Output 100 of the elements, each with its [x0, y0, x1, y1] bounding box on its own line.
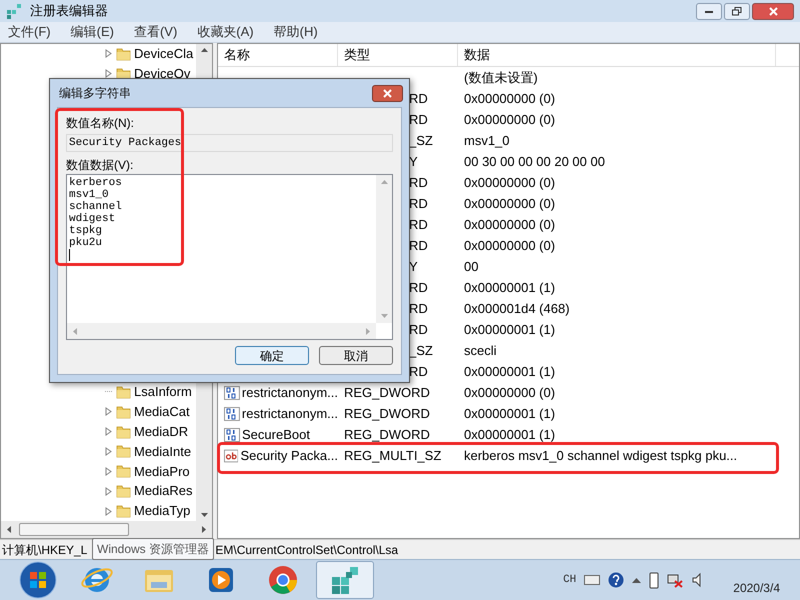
value-name[interactable]: restrictanonym...	[242, 382, 338, 402]
restore-icon	[732, 6, 742, 16]
expand-arrow-icon[interactable]	[105, 69, 113, 78]
close-button[interactable]	[752, 2, 794, 20]
tree-item[interactable]: LsaInform	[134, 382, 192, 402]
clock-date[interactable]: 2020/3/4	[733, 563, 780, 597]
expand-arrow-icon[interactable]	[105, 486, 113, 496]
value-type: RD	[409, 322, 428, 337]
taskbar-app[interactable]	[316, 561, 374, 599]
expand-arrow-icon[interactable]	[105, 49, 113, 58]
folder-icon	[116, 464, 131, 478]
value-data: 0x000001d4 (468)	[464, 300, 570, 316]
dialog-title: 编辑多字符串	[58, 85, 131, 102]
value-name[interactable]: Security Packa...	[240, 446, 338, 466]
column-header[interactable]: 类型	[338, 44, 458, 66]
value-data: 0x00000000 (0)	[464, 196, 556, 211]
text-line: tspkg	[69, 225, 104, 237]
value-data: 0x00000000 (0)	[464, 238, 556, 253]
menu-item[interactable]: 文件(F)	[2, 22, 57, 42]
text-line: msv1_0	[69, 189, 110, 201]
tooltip: Windows 资源管理器	[92, 538, 214, 560]
close-button[interactable]	[372, 84, 403, 102]
tree-item[interactable]: MediaCat	[134, 402, 190, 422]
value-type: RD	[409, 90, 428, 106]
string-value-icon	[224, 448, 238, 462]
value-data: (数值未设置)	[464, 70, 538, 85]
tree-item[interactable]: MediaTyp	[134, 501, 190, 521]
field-label: 数值名称(N):	[66, 115, 135, 132]
menu-item[interactable]: 收藏夹(A)	[191, 22, 260, 42]
value-data: 0x00000000 (0)	[464, 112, 556, 127]
battery-icon[interactable]	[649, 571, 660, 589]
start-orb-icon[interactable]	[18, 560, 58, 600]
value-type: RD	[409, 174, 428, 190]
scroll-right-icon[interactable]	[202, 526, 206, 533]
value-name-field[interactable]: Security Packages	[66, 134, 393, 152]
folder-icon	[116, 424, 131, 439]
value-data: 00 30 00 00 00 20 00 00	[464, 154, 605, 169]
minimize-icon	[705, 10, 713, 12]
folder-icon	[116, 404, 131, 419]
value-type: RD	[409, 196, 428, 211]
column-header[interactable]: 名称	[218, 44, 338, 66]
expand-arrow-icon[interactable]	[105, 466, 113, 476]
expand-arrow-icon[interactable]	[105, 506, 113, 516]
column-header[interactable]: 数据	[458, 44, 776, 66]
cubes-icon	[6, 3, 22, 19]
language-indicator[interactable]: CH	[563, 572, 576, 588]
status-path: 计算机\HKEY_L	[2, 542, 88, 558]
chrome-icon[interactable]	[266, 563, 300, 597]
value-type: REG_DWORD	[344, 384, 430, 400]
value-type: RD	[409, 300, 428, 316]
scroll-down-icon[interactable]	[200, 513, 208, 517]
value-type: REG_MULTI_SZ	[344, 448, 442, 463]
value-data: 0x00000001 (1)	[464, 364, 556, 379]
value-data: msv1_0	[464, 132, 510, 148]
folder-icon	[116, 66, 131, 81]
value-data: 0x00000000 (0)	[464, 384, 556, 400]
value-name[interactable]: SecureBoot	[242, 424, 310, 444]
value-data: 0x00000000 (0)	[464, 174, 556, 190]
expand-tray-icon[interactable]	[632, 577, 642, 583]
network-icon[interactable]	[667, 572, 684, 588]
tree-item[interactable]: MediaDR	[134, 422, 188, 442]
menu-item[interactable]: 编辑(E)	[64, 22, 120, 42]
value-data: kerberos msv1_0 schannel wdigest tspkg pku...	[464, 448, 738, 463]
keyboard-icon[interactable]	[584, 575, 600, 585]
tree-item[interactable]: MediaPro	[134, 462, 190, 482]
value-data: 0x00000001 (1)	[464, 322, 556, 337]
minimize-button[interactable]	[696, 2, 722, 20]
dialog-button[interactable]: 取消	[319, 346, 393, 365]
folder-icon	[116, 46, 131, 61]
dialog-button[interactable]: 确定	[235, 346, 309, 365]
scroll-thumb[interactable]	[19, 523, 129, 536]
window-title: 注册表编辑器	[30, 2, 108, 20]
value-data: 0x00000000 (0)	[464, 90, 556, 106]
value-type: Y	[409, 154, 418, 169]
help-icon[interactable]	[608, 572, 624, 588]
field-label: 数值数据(V):	[66, 157, 134, 174]
folder-icon	[116, 504, 131, 518]
menu-item[interactable]: 帮助(H)	[268, 22, 324, 42]
value-data: 0x00000000 (0)	[464, 216, 556, 232]
scroll-up-icon[interactable]	[200, 48, 208, 52]
expand-arrow-icon[interactable]	[105, 407, 113, 416]
horizontal-scrollbar[interactable]	[1, 521, 212, 538]
expand-arrow-icon[interactable]	[105, 446, 113, 456]
value-data-field[interactable]: kerberos msv1_0 schannel wdigest tspkg pku2u	[66, 174, 393, 340]
close-icon	[383, 88, 392, 98]
tree-item[interactable]: MediaRes	[134, 481, 193, 501]
maximize-button[interactable]	[724, 2, 750, 20]
menu-item[interactable]: 查看(V)	[128, 22, 184, 42]
value-name[interactable]: restrictanonym...	[242, 404, 338, 424]
tree-item[interactable]: DeviceCla	[134, 44, 194, 64]
binary-value-icon	[224, 386, 240, 400]
value-type: RD	[409, 216, 428, 232]
text-line: wdigest	[69, 213, 116, 225]
value-type: RD	[409, 364, 428, 379]
expand-arrow-icon[interactable]	[105, 427, 113, 436]
folder-icon	[116, 384, 131, 399]
tree-item[interactable]: MediaInte	[134, 442, 192, 462]
value-data: 00	[464, 258, 478, 274]
value-data: scecli	[464, 342, 497, 358]
scroll-left-icon[interactable]	[7, 526, 11, 533]
